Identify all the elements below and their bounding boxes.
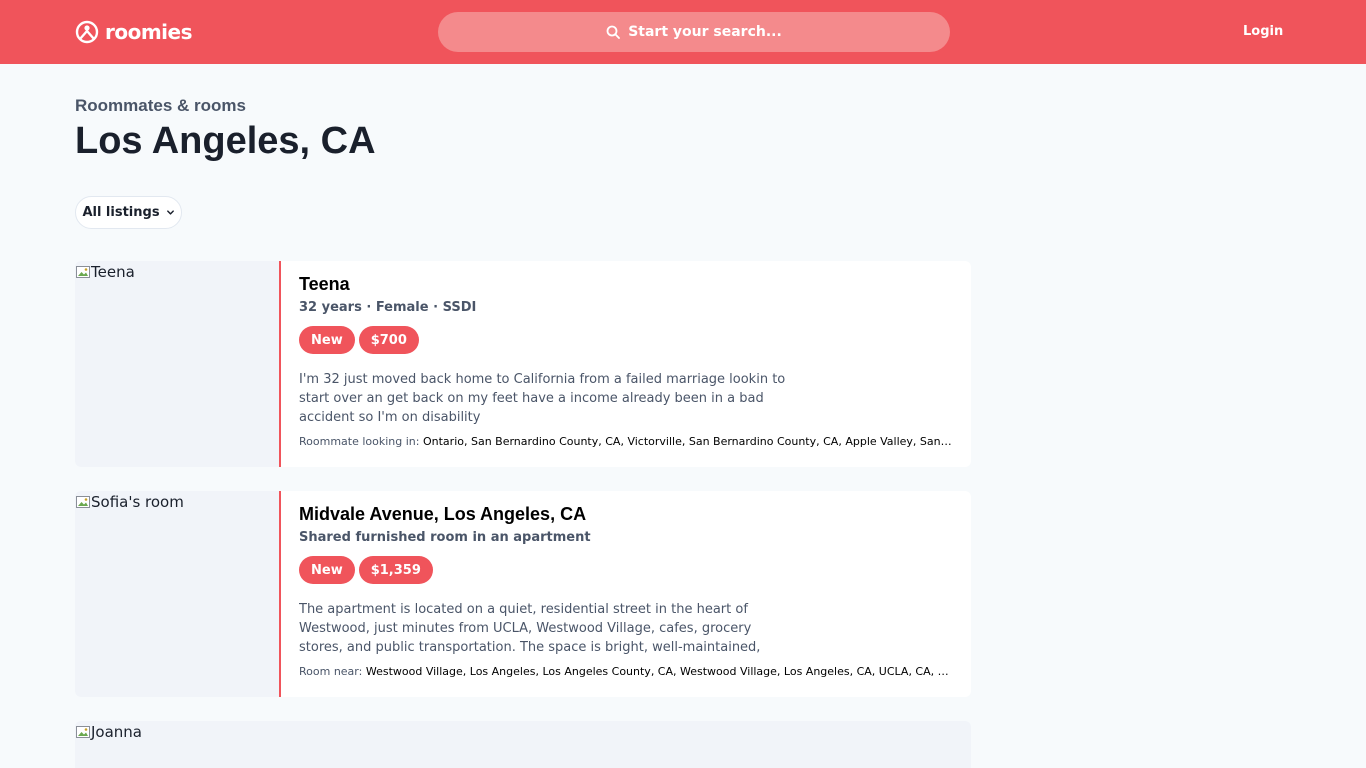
listing-meta: 32 years · Female · SSDI [299, 300, 477, 315]
listing-location: Roommate looking in: Ontario, San Bernar… [299, 434, 955, 449]
search-bar[interactable]: Start your search... [438, 12, 950, 52]
location-value: Westwood Village, Los Angeles, Los Angel… [365, 665, 955, 678]
listing-photo[interactable]: Teena [75, 261, 281, 467]
listing-image-placeholder: Joanna [75, 723, 142, 741]
filter-label: All listings [82, 205, 160, 220]
image-alt-text: Teena [91, 263, 135, 281]
listing-title[interactable]: Midvale Avenue, Los Angeles, CA [299, 503, 959, 525]
location-label: Room near: [299, 665, 363, 678]
listing-meta: Shared furnished room in an apartment [299, 530, 591, 545]
listing-card[interactable]: Teena Teena 32 years · Female · SSDI New… [75, 261, 971, 467]
listing-location: Room near: Westwood Village, Los Angeles… [299, 664, 955, 679]
image-alt-text: Sofia's room [91, 493, 184, 511]
page-subtitle: Roommates & rooms [75, 96, 246, 115]
roomies-logo-icon [75, 20, 99, 44]
new-badge: New [299, 326, 355, 354]
listing-image-placeholder: Teena [75, 263, 135, 281]
listing-content: Teena 32 years · Female · SSDI New $700 … [299, 273, 959, 449]
broken-image-icon [76, 496, 90, 508]
price-badge: $700 [358, 326, 419, 354]
listing-card[interactable]: Sofia's room Midvale Avenue, Los Angeles… [75, 491, 971, 697]
listing-badges: New $1,359 [299, 556, 959, 584]
chevron-down-icon [166, 210, 174, 215]
login-link[interactable]: Login [1243, 24, 1283, 39]
new-badge: New [299, 556, 355, 584]
listing-card[interactable]: Joanna [75, 721, 971, 768]
search-placeholder: Start your search... [628, 24, 782, 40]
location-label: Roommate looking in: [299, 435, 420, 448]
brand-logo[interactable]: roomies [75, 18, 193, 46]
brand-name: roomies [105, 20, 193, 44]
broken-image-icon [76, 266, 90, 278]
listing-description: The apartment is located on a quiet, res… [299, 602, 761, 655]
search-icon [606, 25, 621, 39]
image-alt-text: Joanna [91, 723, 142, 741]
listings-filter-dropdown[interactable]: All listings [75, 196, 182, 229]
listing-description: I'm 32 just moved back home to Californi… [299, 372, 786, 425]
broken-image-icon [76, 726, 90, 738]
listing-badges: New $700 [299, 326, 959, 354]
listing-photo[interactable]: Sofia's room [75, 491, 281, 697]
listing-content: Midvale Avenue, Los Angeles, CA Shared f… [299, 503, 959, 679]
location-value: Ontario, San Bernardino County, CA, Vict… [422, 435, 955, 448]
listing-title[interactable]: Teena [299, 273, 959, 295]
listing-image-placeholder: Sofia's room [75, 493, 184, 511]
top-navigation-bar: roomies Start your search... Login [0, 0, 1366, 64]
price-badge: $1,359 [358, 556, 433, 584]
page-title: Los Angeles, CA [75, 120, 376, 162]
